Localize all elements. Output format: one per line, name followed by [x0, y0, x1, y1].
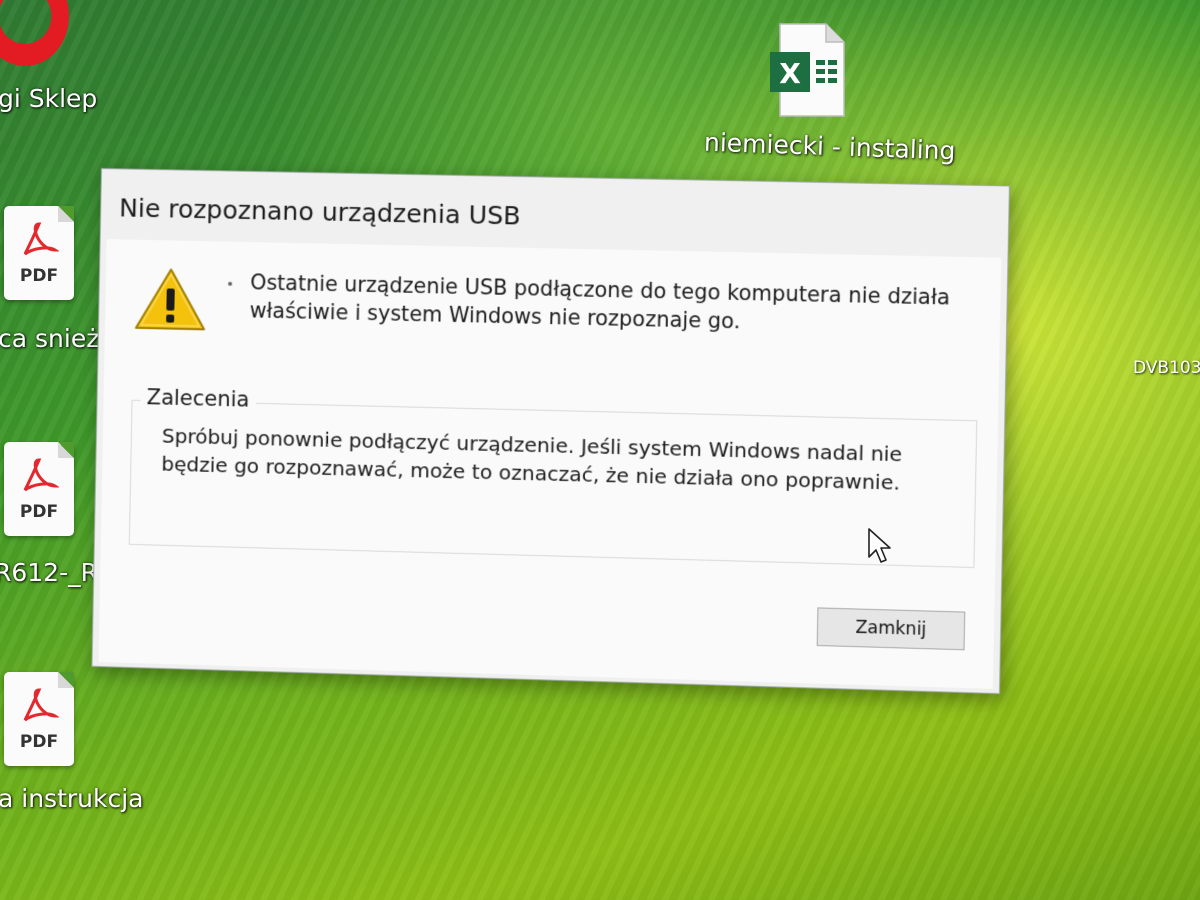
group-title: Zalecenia — [140, 384, 256, 412]
acrobat-icon — [23, 222, 59, 256]
desktop-icon-label: ca snież — [0, 324, 100, 353]
excel-file-icon: X — [770, 23, 845, 117]
acrobat-icon — [23, 458, 59, 492]
dialog-title: Nie rozpoznano urządzenia USB — [118, 193, 521, 231]
pdf-badge: PDF — [19, 502, 59, 522]
pdf-file-icon: PDF — [4, 206, 74, 300]
bullet-dot — [228, 281, 233, 286]
desktop-icon-label: niemiecki - instaling — [703, 127, 956, 166]
usb-error-dialog: Nie rozpoznano urządzenia USB Ostatnie u… — [91, 168, 1010, 695]
desktop-icon-label: a instrukcja — [0, 784, 144, 813]
mouse-pointer-icon — [868, 528, 891, 563]
opera-icon — [0, 0, 69, 66]
error-message: Ostatnie urządzenie USB podłączone do te… — [249, 270, 951, 334]
pdf-file-icon: PDF — [4, 672, 74, 766]
pdf-file-icon: PDF — [4, 442, 74, 536]
desktop-icon-label: gi Sklep — [0, 84, 98, 113]
acrobat-icon — [23, 688, 59, 722]
excel-badge: X — [779, 57, 801, 90]
pdf-badge: PDF — [19, 732, 59, 752]
desktop-icon-label: R612-_R- — [0, 558, 106, 587]
dialog-content: Ostatnie urządzenie USB podłączone do te… — [98, 239, 1002, 689]
recommendations-group: Zalecenia Spróbuj ponownie podłączyć urz… — [128, 384, 978, 569]
close-button[interactable]: Zamknij — [816, 607, 966, 651]
warning-icon — [134, 268, 205, 330]
desktop-icon-label[interactable]: DVB103 — [1133, 358, 1200, 378]
pdf-badge: PDF — [19, 266, 59, 286]
recommendation-text: Spróbuj ponownie podłączyć urządzenie. J… — [161, 423, 903, 495]
